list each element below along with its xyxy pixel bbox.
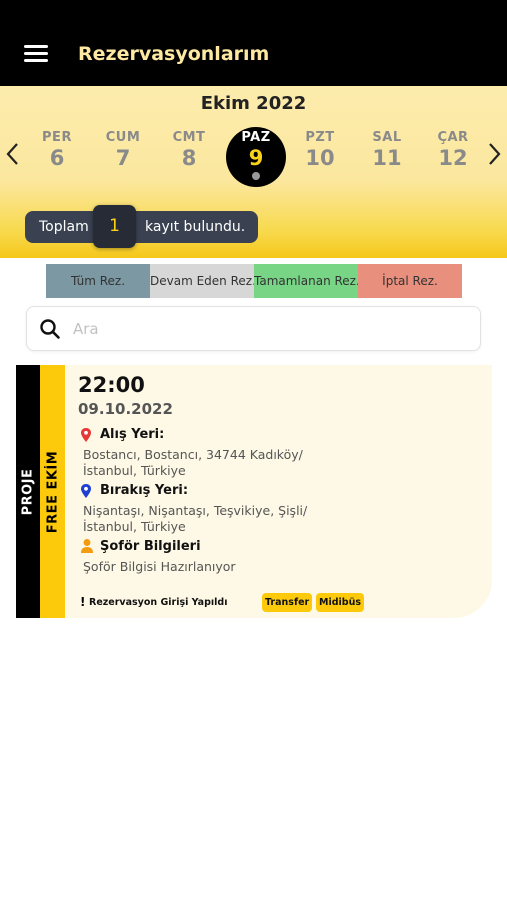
vehicle-type-badge: Midibüs	[316, 593, 364, 612]
project-name-stripe: FREE EKİM	[40, 365, 65, 618]
filter-tab-cancelled[interactable]: İptal Rez.	[358, 264, 462, 298]
location-pin-icon	[81, 428, 91, 442]
day-number: 7	[115, 146, 131, 170]
dropoff-label: Bırakış Yeri:	[100, 483, 189, 498]
day-name: SAL	[372, 130, 402, 145]
result-count-value: 1	[93, 205, 136, 248]
reservation-date: 09.10.2022	[78, 400, 173, 418]
result-count-suffix: kayıt bulundu.	[145, 219, 246, 235]
event-dot-indicator	[252, 172, 260, 180]
pickup-label: Alış Yeri:	[100, 427, 165, 442]
day-item[interactable]: PER 6	[27, 130, 87, 170]
project-label: PROJE	[20, 468, 36, 515]
day-name: PAZ	[241, 130, 271, 145]
day-number: 11	[372, 146, 402, 170]
month-label: Ekim 2022	[200, 93, 307, 114]
day-name: PZT	[305, 130, 335, 145]
top-app-bar: Rezervasyonlarım	[0, 0, 507, 86]
result-count-prefix: Toplam	[39, 219, 89, 235]
day-name: CMT	[172, 130, 206, 145]
driver-label: Şoför Bilgileri	[100, 539, 201, 554]
day-name: PER	[42, 130, 72, 145]
day-name: ÇAR	[437, 130, 469, 145]
reservation-card[interactable]: PROJE FREE EKİM 22:00 09.10.2022 Alış Ye…	[16, 365, 492, 618]
dropoff-address: Nişantaşı, Nişantaşı, Teşvikiye, Şişli/İ…	[83, 503, 308, 534]
page-title: Rezervasyonlarım	[78, 43, 270, 65]
chevron-left-icon[interactable]	[3, 141, 23, 167]
day-item[interactable]: ÇAR 12	[423, 130, 483, 170]
day-number: 8	[181, 146, 197, 170]
day-number: 6	[49, 146, 65, 170]
driver-person-icon	[81, 539, 93, 553]
location-pin-icon	[81, 484, 91, 498]
filter-tab-ongoing[interactable]: Devam Eden Rez.	[150, 264, 254, 298]
day-number: 10	[305, 146, 335, 170]
day-number: 9	[248, 146, 264, 170]
filter-tabs: Tüm Rez. Devam Eden Rez. Tamamlanan Rez.…	[46, 264, 462, 298]
chevron-right-icon[interactable]	[484, 141, 504, 167]
driver-status: Şoför Bilgisi Hazırlanıyor	[83, 559, 236, 574]
reservation-status: Rezervasyon Girişi Yapıldı	[89, 597, 228, 608]
search-input[interactable]	[73, 315, 468, 343]
service-type-badge: Transfer	[262, 593, 313, 612]
status-warning-mark: !	[80, 595, 86, 609]
project-stripe: PROJE	[16, 365, 40, 618]
calendar-panel: Ekim 2022 PER 6 CUM 7 CMT 8 PAZ 9 PZT 10…	[0, 86, 507, 258]
day-name: CUM	[105, 130, 141, 145]
day-item[interactable]: CMT 8	[159, 130, 219, 170]
search-icon	[40, 319, 60, 339]
filter-tab-completed[interactable]: Tamamlanan Rez.	[254, 264, 358, 298]
hamburger-menu-icon[interactable]	[24, 44, 48, 64]
search-bar	[26, 306, 481, 351]
day-number: 12	[438, 146, 468, 170]
reservation-time: 22:00	[78, 373, 145, 397]
project-name-label: FREE EKİM	[45, 450, 60, 533]
day-item[interactable]: PZT 10	[290, 130, 350, 170]
filter-tab-all[interactable]: Tüm Rez.	[46, 264, 150, 298]
day-item[interactable]: SAL 11	[357, 130, 417, 170]
pickup-address: Bostancı, Bostancı, 34744 Kadıköy/İstanb…	[83, 447, 303, 478]
day-item-selected[interactable]: PAZ 9	[226, 130, 286, 170]
day-item[interactable]: CUM 7	[93, 130, 153, 170]
